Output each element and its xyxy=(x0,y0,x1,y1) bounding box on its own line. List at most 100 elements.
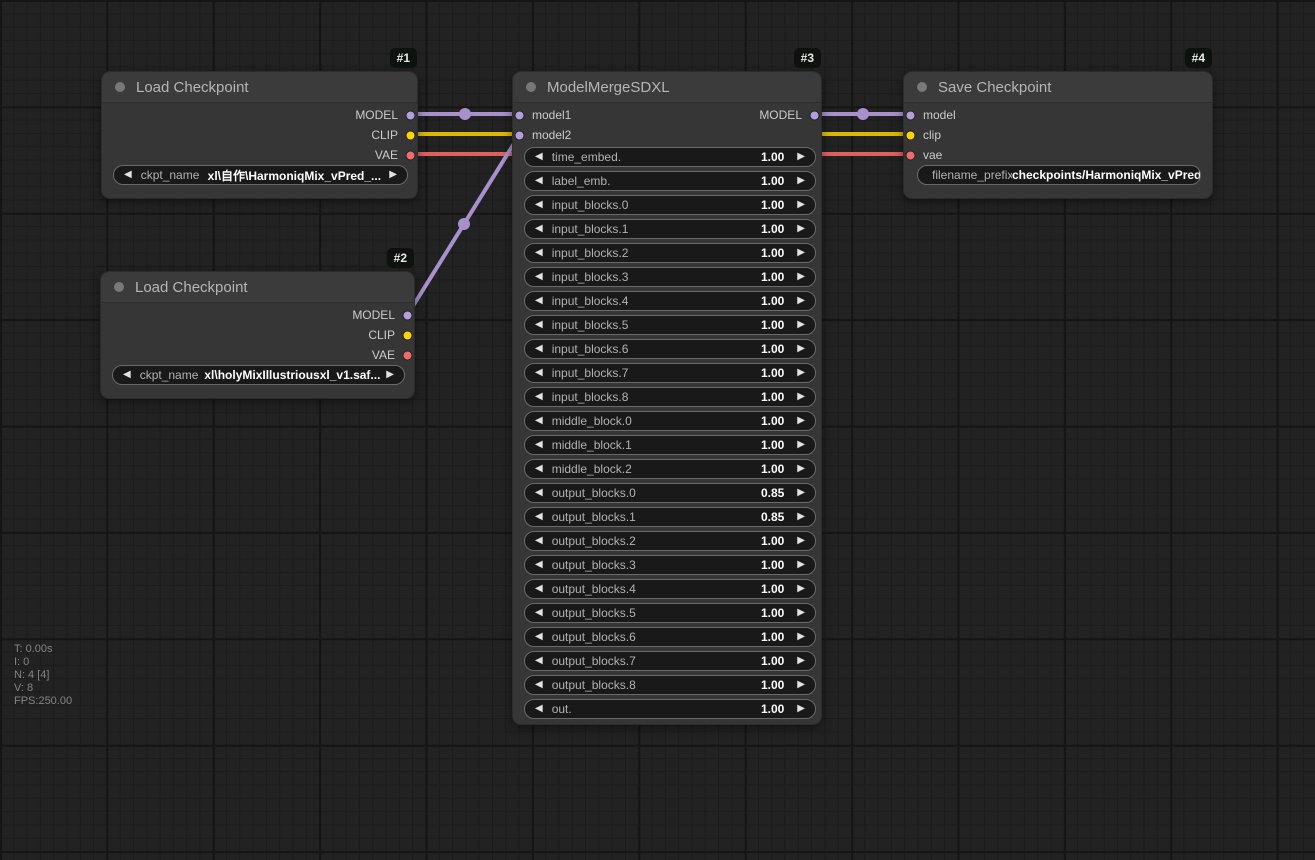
model-port-icon[interactable] xyxy=(402,310,413,321)
output-slot-vae[interactable]: VAE xyxy=(372,345,413,365)
node-load-checkpoint-2[interactable]: #2 Load Checkpoint MODEL CLIP VAE ◀ ckpt… xyxy=(100,271,415,399)
decrease-arrow-icon[interactable]: ◀ xyxy=(123,370,131,380)
decrease-arrow-icon[interactable]: ◀ xyxy=(535,488,543,498)
increase-arrow-icon[interactable]: ▶ xyxy=(797,464,805,474)
output-slot-model[interactable]: MODEL xyxy=(759,105,820,125)
decrease-arrow-icon[interactable]: ◀ xyxy=(535,176,543,186)
merge-ratio-widget[interactable]: ◀ label_emb. 1.00 ▶ xyxy=(524,171,816,191)
decrease-arrow-icon[interactable]: ◀ xyxy=(535,392,543,402)
output-slot-clip[interactable]: CLIP xyxy=(371,125,416,145)
ckpt-name-widget[interactable]: ◀ ckpt_name xl\自作\HarmoniqMix_vPred_... … xyxy=(113,165,408,185)
merge-ratio-widget[interactable]: ◀ input_blocks.2 1.00 ▶ xyxy=(524,243,816,263)
output-slot-vae[interactable]: VAE xyxy=(375,145,416,165)
input-slot-vae[interactable]: vae xyxy=(905,145,942,165)
increase-arrow-icon[interactable]: ▶ xyxy=(797,344,805,354)
decrease-arrow-icon[interactable]: ◀ xyxy=(535,656,543,666)
decrease-arrow-icon[interactable]: ◀ xyxy=(535,536,543,546)
node-titlebar[interactable]: ModelMergeSDXL xyxy=(513,72,821,103)
decrease-arrow-icon[interactable]: ◀ xyxy=(535,464,543,474)
merge-ratio-widget[interactable]: ◀ output_blocks.7 1.00 ▶ xyxy=(524,651,816,671)
decrease-arrow-icon[interactable]: ◀ xyxy=(535,152,543,162)
decrease-arrow-icon[interactable]: ◀ xyxy=(535,248,543,258)
node-titlebar[interactable]: Load Checkpoint xyxy=(101,272,414,303)
merge-ratio-widget[interactable]: ◀ input_blocks.3 1.00 ▶ xyxy=(524,267,816,287)
merge-ratio-widget[interactable]: ◀ input_blocks.1 1.00 ▶ xyxy=(524,219,816,239)
increase-arrow-icon[interactable]: ▶ xyxy=(797,440,805,450)
merge-ratio-widget[interactable]: ◀ output_blocks.0 0.85 ▶ xyxy=(524,483,816,503)
merge-ratio-widget[interactable]: ◀ output_blocks.3 1.00 ▶ xyxy=(524,555,816,575)
increase-arrow-icon[interactable]: ▶ xyxy=(797,560,805,570)
node-titlebar[interactable]: Load Checkpoint xyxy=(102,72,417,103)
collapse-dot-icon[interactable] xyxy=(115,82,125,92)
merge-ratio-widget[interactable]: ◀ input_blocks.7 1.00 ▶ xyxy=(524,363,816,383)
increase-arrow-icon[interactable]: ▶ xyxy=(797,584,805,594)
decrease-arrow-icon[interactable]: ◀ xyxy=(535,200,543,210)
decrease-arrow-icon[interactable]: ◀ xyxy=(124,170,132,180)
merge-ratio-widget[interactable]: ◀ input_blocks.4 1.00 ▶ xyxy=(524,291,816,311)
merge-ratio-widget[interactable]: ◀ input_blocks.0 1.00 ▶ xyxy=(524,195,816,215)
merge-ratio-widget[interactable]: ◀ middle_block.2 1.00 ▶ xyxy=(524,459,816,479)
increase-arrow-icon[interactable]: ▶ xyxy=(797,392,805,402)
ckpt-name-widget[interactable]: ◀ ckpt_name xl\holyMixIllustriousxl_v1.s… xyxy=(112,365,405,385)
model-port-icon[interactable] xyxy=(809,110,820,121)
output-slot-clip[interactable]: CLIP xyxy=(368,325,413,345)
merge-ratio-widget[interactable]: ◀ input_blocks.5 1.00 ▶ xyxy=(524,315,816,335)
merge-ratio-widget[interactable]: ◀ middle_block.1 1.00 ▶ xyxy=(524,435,816,455)
increase-arrow-icon[interactable]: ▶ xyxy=(797,536,805,546)
decrease-arrow-icon[interactable]: ◀ xyxy=(535,272,543,282)
clip-port-icon[interactable] xyxy=(905,130,916,141)
model-port-icon[interactable] xyxy=(514,130,525,141)
increase-arrow-icon[interactable]: ▶ xyxy=(797,224,805,234)
collapse-dot-icon[interactable] xyxy=(917,82,927,92)
merge-ratio-widget[interactable]: ◀ input_blocks.6 1.00 ▶ xyxy=(524,339,816,359)
decrease-arrow-icon[interactable]: ◀ xyxy=(535,584,543,594)
merge-ratio-widget[interactable]: ◀ time_embed. 1.00 ▶ xyxy=(524,147,816,167)
output-slot-model[interactable]: MODEL xyxy=(352,305,413,325)
input-slot-model2[interactable]: model2 xyxy=(514,125,571,145)
decrease-arrow-icon[interactable]: ◀ xyxy=(535,704,543,714)
decrease-arrow-icon[interactable]: ◀ xyxy=(535,440,543,450)
increase-arrow-icon[interactable]: ▶ xyxy=(797,320,805,330)
clip-port-icon[interactable] xyxy=(402,330,413,341)
input-slot-clip[interactable]: clip xyxy=(905,125,941,145)
increase-arrow-icon[interactable]: ▶ xyxy=(797,176,805,186)
merge-ratio-widget[interactable]: ◀ output_blocks.2 1.00 ▶ xyxy=(524,531,816,551)
node-titlebar[interactable]: Save Checkpoint xyxy=(904,72,1212,103)
decrease-arrow-icon[interactable]: ◀ xyxy=(535,224,543,234)
decrease-arrow-icon[interactable]: ◀ xyxy=(535,296,543,306)
clip-port-icon[interactable] xyxy=(405,130,416,141)
increase-arrow-icon[interactable]: ▶ xyxy=(386,370,394,380)
wire-midpoint-dot[interactable] xyxy=(458,218,470,230)
increase-arrow-icon[interactable]: ▶ xyxy=(797,200,805,210)
increase-arrow-icon[interactable]: ▶ xyxy=(797,416,805,426)
decrease-arrow-icon[interactable]: ◀ xyxy=(535,560,543,570)
increase-arrow-icon[interactable]: ▶ xyxy=(797,704,805,714)
increase-arrow-icon[interactable]: ▶ xyxy=(797,656,805,666)
increase-arrow-icon[interactable]: ▶ xyxy=(797,368,805,378)
collapse-dot-icon[interactable] xyxy=(526,82,536,92)
decrease-arrow-icon[interactable]: ◀ xyxy=(535,680,543,690)
node-save-checkpoint[interactable]: #4 Save Checkpoint model clip vae filena… xyxy=(903,71,1213,199)
node-model-merge-sdxl[interactable]: #3 ModelMergeSDXL model1 model2 MODEL ◀ … xyxy=(512,71,822,725)
wire-midpoint-dot[interactable] xyxy=(459,108,471,120)
collapse-dot-icon[interactable] xyxy=(114,282,124,292)
vae-port-icon[interactable] xyxy=(402,350,413,361)
decrease-arrow-icon[interactable]: ◀ xyxy=(535,320,543,330)
increase-arrow-icon[interactable]: ▶ xyxy=(797,296,805,306)
decrease-arrow-icon[interactable]: ◀ xyxy=(535,512,543,522)
merge-ratio-widget[interactable]: ◀ output_blocks.1 0.85 ▶ xyxy=(524,507,816,527)
filename-prefix-widget[interactable]: filename_prefix checkpoints/HarmoniqMix_… xyxy=(917,165,1201,185)
vae-port-icon[interactable] xyxy=(905,150,916,161)
increase-arrow-icon[interactable]: ▶ xyxy=(797,680,805,690)
merge-ratio-widget[interactable]: ◀ output_blocks.5 1.00 ▶ xyxy=(524,603,816,623)
wire-midpoint-dot[interactable] xyxy=(857,108,869,120)
merge-ratio-widget[interactable]: ◀ out. 1.00 ▶ xyxy=(524,699,816,719)
increase-arrow-icon[interactable]: ▶ xyxy=(389,170,397,180)
increase-arrow-icon[interactable]: ▶ xyxy=(797,272,805,282)
node-load-checkpoint-1[interactable]: #1 Load Checkpoint MODEL CLIP VAE ◀ ckpt… xyxy=(101,71,418,199)
decrease-arrow-icon[interactable]: ◀ xyxy=(535,344,543,354)
increase-arrow-icon[interactable]: ▶ xyxy=(797,632,805,642)
increase-arrow-icon[interactable]: ▶ xyxy=(797,248,805,258)
input-slot-model[interactable]: model xyxy=(905,105,956,125)
input-slot-model1[interactable]: model1 xyxy=(514,105,571,125)
